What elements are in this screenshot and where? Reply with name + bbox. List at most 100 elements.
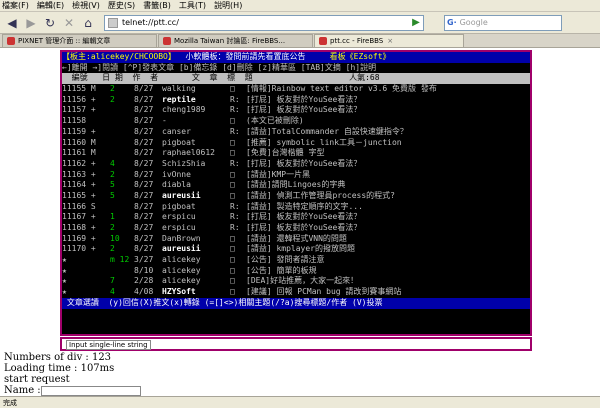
- back-icon[interactable]: ◀: [3, 14, 21, 32]
- name-input[interactable]: [40, 385, 141, 396]
- article-title: [公告] 發問者請注意: [246, 255, 325, 265]
- search-box[interactable]: G· Google: [444, 14, 562, 31]
- article-row[interactable]: 11162 + 4 8/27 SchizShia R: [打屁] 板友對於YouSee看法…: [62, 159, 530, 170]
- article-row[interactable]: 11167 + 1 8/27 erspicu R: [打屁] 板友對於YouSee看法？: [62, 212, 530, 223]
- article-date: 8/27: [134, 223, 154, 232]
- article-row[interactable]: 11164 + 5 8/27 diabla □ [請益]請問Lingoes的字典: [62, 180, 530, 191]
- key-help-line: ←]離開 →]閱讀 [^P]發表文章 [b]備忘錄 [d]刪除 [z]精華區 […: [62, 62, 377, 72]
- push-count: 2: [110, 244, 115, 254]
- reply-mark: R:: [230, 212, 240, 222]
- article-title: [打屁] 板友對於YouSee看法？: [246, 94, 362, 104]
- board-header: 【板主:alicekey/CHCOOBO】 小軟體板：發問前請先看置底公告 看板…: [62, 52, 530, 63]
- article-number: 11156 +: [62, 94, 96, 104]
- article-number: 11166 S: [62, 201, 96, 211]
- article-date: 2/28: [134, 276, 154, 286]
- article-author: alicekey: [162, 255, 201, 265]
- url-text[interactable]: telnet://ptt.cc/: [122, 18, 409, 27]
- article-row[interactable]: 11169 + 10 8/27 DanBrown □ [請益] 還韓程式VNN的問題: [62, 234, 530, 245]
- browser-tab[interactable]: Mozilla Taiwan 討論區: FireBBS...: [158, 34, 313, 47]
- article-row[interactable]: 11165 + 5 8/27 aureusii □ [請益] 偵測工作管理員process…: [62, 191, 530, 202]
- article-date: 8/10: [134, 265, 154, 275]
- menu-item[interactable]: 說明(H): [214, 0, 242, 11]
- article-row[interactable]: 11160 M 8/27 pigboat □ [推薦] symbolic link工具－…: [62, 138, 530, 149]
- menu-item[interactable]: 歷史(S): [108, 0, 135, 11]
- browser-tab[interactable]: ptt.cc - FireBBS ×: [314, 34, 464, 47]
- input-hint-label: Input single-line string: [66, 340, 151, 350]
- reply-mark: R:: [230, 105, 240, 115]
- bbs-terminal[interactable]: 【板主:alicekey/CHCOOBO】 小軟體板：發問前請先看置底公告 看板…: [60, 50, 532, 336]
- article-list: 11155 M 2 8/27 walking □ [情報]Rainbow text edi…: [62, 84, 530, 298]
- article-number: 11167 +: [62, 212, 96, 222]
- menu-item[interactable]: 編輯(E): [37, 0, 64, 11]
- article-row[interactable]: ★ 8/10 alicekey □ [公告] 簡單的板規: [62, 266, 530, 277]
- reply-mark: R:: [230, 94, 240, 104]
- article-date: 8/27: [134, 158, 154, 168]
- article-row[interactable]: 11170 + 2 8/27 aureusii □ [請益] kmplayer的撥放問題: [62, 244, 530, 255]
- article-date: 8/27: [134, 94, 154, 104]
- reply-mark: □: [230, 116, 235, 126]
- home-icon[interactable]: ⌂: [79, 14, 97, 32]
- address-bar[interactable]: telnet://ptt.cc/ ▶: [104, 14, 424, 31]
- board-name: 看板《EZsoft》: [329, 52, 391, 61]
- name-row: Name :: [4, 385, 141, 396]
- reply-mark: □: [230, 276, 235, 286]
- article-author: pigboat: [162, 201, 196, 211]
- article-row[interactable]: 11155 M 2 8/27 walking □ [情報]Rainbow text edi…: [62, 84, 530, 95]
- browser-tab[interactable]: PIXNET 管理介面 :: 編輯文章: [2, 34, 157, 47]
- article-row[interactable]: 11168 + 2 8/27 erspicu R: [打屁] 板友對於YouSee看法？: [62, 223, 530, 234]
- article-number: 11161 M: [62, 148, 96, 158]
- reload-icon[interactable]: ↻: [41, 14, 59, 32]
- reply-mark: □: [230, 148, 235, 158]
- menu-item[interactable]: 工具(T): [179, 0, 206, 11]
- reply-mark: R:: [230, 126, 240, 136]
- article-date: 8/27: [134, 180, 154, 190]
- reply-mark: R:: [230, 201, 240, 211]
- article-number: 11155 M: [62, 84, 96, 94]
- article-author: diabla: [162, 180, 191, 190]
- tab-bar: PIXNET 管理介面 :: 編輯文章 Mozilla Taiwan 討論區: F…: [0, 34, 600, 48]
- menu-item[interactable]: 檢視(V): [72, 0, 100, 11]
- article-author: SchizShia: [162, 158, 206, 168]
- article-row[interactable]: ★ m 12 3/27 alicekey □ [公告] 發問者請注意: [62, 255, 530, 266]
- reply-mark: □: [230, 84, 235, 94]
- article-number: 11158: [62, 116, 87, 126]
- article-title: [打屁] 板友對於YouSee看法？: [246, 105, 362, 115]
- article-row[interactable]: 11159 + 8/27 canser R: [請益]TotalCommander 自設…: [62, 127, 530, 138]
- article-row[interactable]: 11161 M 8/27 raphael0612 □ [免費]台灣楷體 字型: [62, 148, 530, 159]
- tab-close-icon[interactable]: ×: [387, 37, 393, 45]
- forward-icon[interactable]: ▶: [22, 14, 40, 32]
- push-count: 2: [110, 84, 115, 94]
- article-author: pigboat: [162, 137, 196, 147]
- div-count-text: Numbers of div : 123: [4, 352, 112, 363]
- push-count: 4: [110, 158, 115, 168]
- article-number: 11169 +: [62, 233, 96, 243]
- article-row[interactable]: ★ 4 4/08 HZYSoft □ [建議] 回報 PCMan bug 請改到賽事網站: [62, 287, 530, 298]
- article-author: erspicu: [162, 212, 196, 222]
- article-row[interactable]: 11156 + 2 8/27 reptile R: [打屁] 板友對於YouSee看法？: [62, 95, 530, 106]
- input-hint-box[interactable]: Input single-line string: [60, 337, 532, 351]
- article-author: canser: [162, 126, 191, 136]
- article-author: cheng1989: [162, 105, 206, 115]
- article-row[interactable]: 11166 S 8/27 pigboat R: [請益] 製造特定順序的文字...: [62, 202, 530, 213]
- article-row[interactable]: ★ 7 2/28 alicekey □ [DEA]好站推薦，大家一起來！: [62, 276, 530, 287]
- article-row[interactable]: 11157 + 8/27 cheng1989 R: [打屁] 板友對於YouSee看法？: [62, 105, 530, 116]
- article-date: 8/27: [134, 244, 154, 254]
- article-title: [請益] kmplayer的撥放問題: [246, 244, 355, 254]
- article-number: 11160 M: [62, 137, 96, 147]
- menu-item[interactable]: 檔案(F): [2, 0, 29, 11]
- article-number: 11168 +: [62, 223, 96, 232]
- stop-icon[interactable]: ✕: [60, 14, 78, 32]
- article-title: [打屁] 板友對於YouSee看法？: [246, 223, 362, 232]
- article-author: DanBrown: [162, 233, 201, 243]
- menu-item[interactable]: 書籤(B): [143, 0, 171, 11]
- go-arrow-icon[interactable]: ▶: [409, 17, 423, 28]
- name-label: Name :: [4, 385, 41, 396]
- google-icon[interactable]: G·: [447, 18, 457, 27]
- article-date: 4/08: [134, 287, 154, 297]
- article-row[interactable]: 11163 + 2 8/27 ivOnne □ [請益]KMP一片黑: [62, 170, 530, 181]
- article-date: 8/27: [134, 105, 154, 115]
- article-author: aureusii: [162, 190, 201, 200]
- article-row[interactable]: 11158 8/27- □ (本文已被刪除): [62, 116, 530, 127]
- article-title: [請益]TotalCommander 自設快速鍵指令？: [246, 126, 408, 136]
- article-number: ★: [62, 265, 67, 275]
